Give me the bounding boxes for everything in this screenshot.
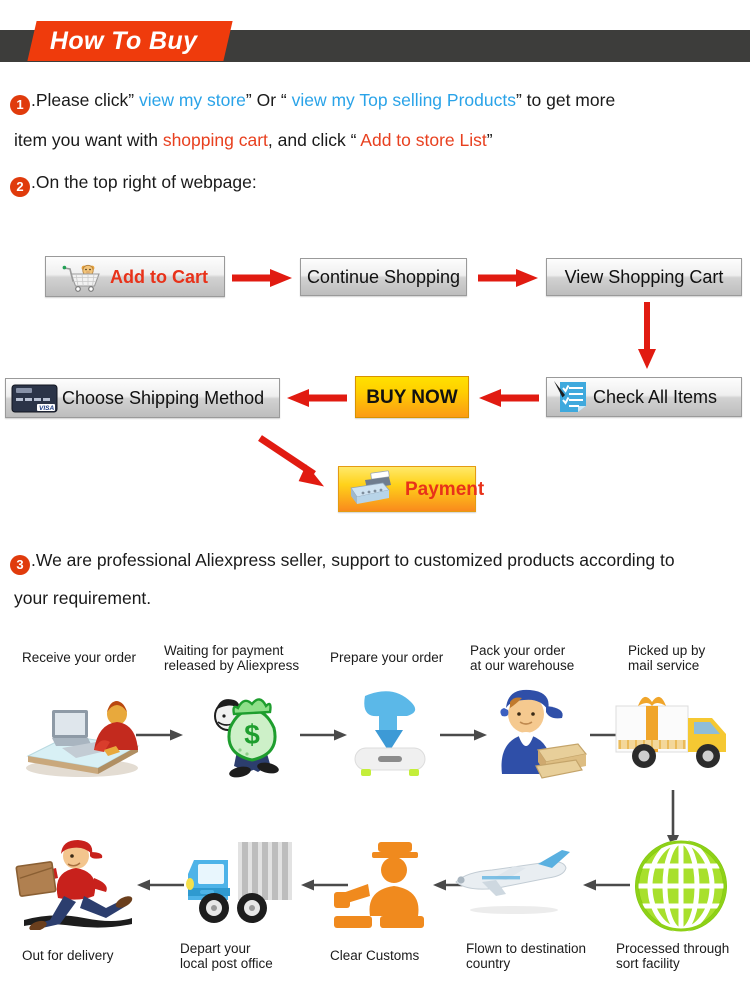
arrow-viewcart-to-checkitems bbox=[636, 302, 658, 370]
credit-card-icon: VISA bbox=[10, 382, 60, 414]
payment-button[interactable]: Payment bbox=[338, 466, 484, 512]
step-3-line-1: 3 .We are professional Aliexpress seller,… bbox=[10, 550, 675, 575]
buy-now-button[interactable]: BUY NOW bbox=[355, 376, 469, 418]
buy-now-label: BUY NOW bbox=[366, 386, 458, 408]
step-3-text-a: .We are professional Aliexpress seller, … bbox=[31, 550, 675, 570]
step-2-line-1: 2 .On the top right of webpage: bbox=[10, 172, 257, 197]
process-label-flown-to-destination: Flown to destination country bbox=[466, 941, 587, 971]
cash-register-icon bbox=[345, 469, 397, 509]
arrow-shipping-to-payment bbox=[256, 432, 346, 492]
payment-label: Payment bbox=[405, 478, 485, 500]
how-to-buy-page: How To Buy 1 .Please click” view my store… bbox=[0, 0, 750, 997]
step-3-badge: 3 bbox=[10, 555, 30, 575]
view-shopping-cart-label: View Shopping Cart bbox=[564, 267, 724, 287]
continue-shopping-label: Continue Shopping bbox=[306, 267, 461, 287]
worker-with-boxes-icon bbox=[478, 688, 598, 780]
page-title-tag: How To Buy bbox=[27, 21, 233, 61]
process-label-prepare-order: Prepare your order bbox=[330, 650, 444, 665]
process-label-depart-post-office: Depart your local post office bbox=[180, 941, 273, 971]
step-3-text-b: your requirement. bbox=[14, 588, 152, 608]
step-2-badge: 2 bbox=[10, 177, 30, 197]
add-to-cart-button[interactable]: Add to Cart bbox=[45, 256, 225, 297]
download-box-icon bbox=[335, 690, 445, 780]
process-label-processed-sort-facility: Processed through sort facility bbox=[616, 941, 730, 971]
arrow-cart-to-continue bbox=[232, 268, 294, 288]
step-1-text-c: ” to get more bbox=[515, 90, 616, 110]
delivery-truck-icon bbox=[608, 688, 733, 780]
arrow-buynow-to-shipping bbox=[285, 388, 347, 408]
process-arrow-8 bbox=[582, 878, 630, 892]
process-arrow-1 bbox=[136, 728, 184, 742]
process-label-out-for-delivery: Out for delivery bbox=[22, 948, 114, 963]
step-2-text: .On the top right of webpage: bbox=[31, 172, 257, 192]
highlight-shopping-cart: shopping cart bbox=[162, 130, 268, 150]
step-1-text-f: ” bbox=[486, 130, 493, 150]
step-1-text-d: item you want with bbox=[14, 130, 163, 150]
svg-text:VISA: VISA bbox=[39, 405, 54, 412]
green-globe-icon bbox=[626, 836, 736, 936]
blue-truck-icon bbox=[180, 832, 305, 930]
process-label-waiting-payment: Waiting for payment released by Aliexpre… bbox=[164, 643, 300, 673]
checklist-icon bbox=[553, 380, 591, 414]
step-1-line-2: item you want with shopping cart, and cl… bbox=[14, 130, 493, 151]
airplane-icon bbox=[452, 848, 582, 920]
svg-text:$: $ bbox=[244, 719, 260, 750]
step-1-text-b: ” Or “ bbox=[245, 90, 292, 110]
running-courier-icon bbox=[14, 838, 139, 930]
choose-shipping-method-button[interactable]: VISA Choose Shipping Method bbox=[5, 378, 280, 418]
add-to-cart-label: Add to Cart bbox=[110, 266, 208, 287]
step-1-text-e: , and click “ bbox=[267, 130, 361, 150]
step-3-line-2: your requirement. bbox=[14, 588, 151, 609]
process-label-clear-customs: Clear Customs bbox=[330, 948, 420, 963]
person-at-computer-icon bbox=[20, 688, 145, 780]
money-bag-icon: $ bbox=[182, 688, 302, 780]
view-shopping-cart-button[interactable]: View Shopping Cart bbox=[546, 258, 742, 296]
link-view-my-store[interactable]: view my store bbox=[139, 90, 246, 110]
process-label-receive-order: Receive your order bbox=[22, 650, 137, 665]
check-all-items-label: Check All Items bbox=[593, 387, 718, 407]
link-view-top-selling-products[interactable]: view my Top selling Products bbox=[292, 90, 516, 110]
process-label-picked-up: Picked up by mail service bbox=[628, 643, 706, 673]
check-all-items-button[interactable]: Check All Items bbox=[546, 377, 742, 417]
choose-shipping-method-label: Choose Shipping Method bbox=[62, 388, 265, 408]
arrow-continue-to-viewcart bbox=[478, 268, 540, 288]
process-label-pack-order: Pack your order at our warehouse bbox=[470, 643, 575, 673]
page-title: How To Buy bbox=[50, 26, 198, 55]
step-1-text-a: .Please click” bbox=[31, 90, 139, 110]
step-1-line-1: 1 .Please click” view my store” Or “ view… bbox=[10, 90, 615, 115]
arrow-checkitems-to-buynow bbox=[477, 388, 539, 408]
shopping-cart-icon bbox=[62, 261, 102, 293]
customs-officer-icon bbox=[330, 840, 440, 932]
step-1-badge: 1 bbox=[10, 95, 30, 115]
process-arrow-5 bbox=[136, 878, 184, 892]
continue-shopping-button[interactable]: Continue Shopping bbox=[300, 258, 467, 296]
highlight-add-to-store-list: Add to store List bbox=[360, 130, 487, 150]
